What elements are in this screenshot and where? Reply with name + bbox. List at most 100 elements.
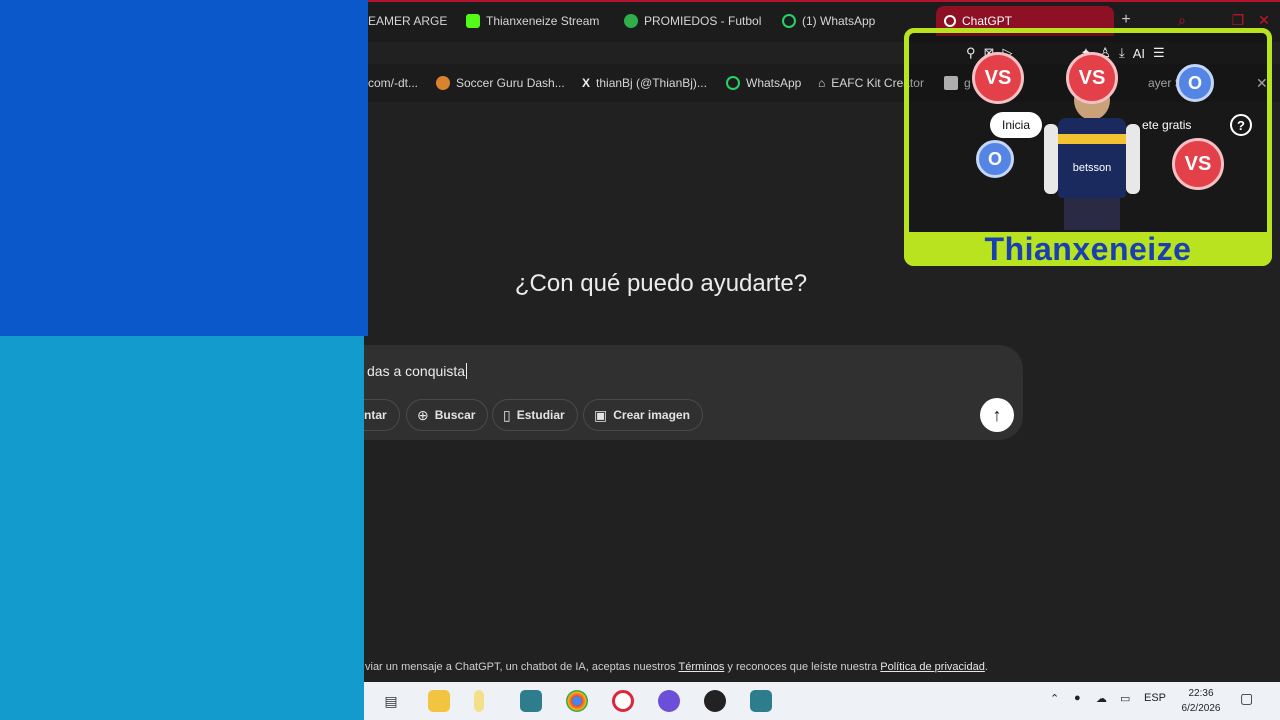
tab-label: (1) WhatsApp	[802, 14, 876, 28]
login-button[interactable]: Inicia	[990, 112, 1043, 138]
download-icon[interactable]: ⤓	[1119, 45, 1125, 61]
shirt-icon: ⌂	[818, 76, 826, 90]
vs-badge: VS	[972, 52, 1024, 104]
tab-label: EAMER ARGEN	[368, 14, 448, 28]
vs-label: VS	[984, 66, 1012, 89]
tool-label: ntar	[364, 408, 387, 422]
avatar-arm	[1044, 124, 1058, 194]
network-icon[interactable]: ▭	[1120, 692, 1130, 705]
whatsapp-icon	[726, 76, 740, 90]
avatar-shorts	[1064, 198, 1120, 230]
soccer-guru-icon	[436, 76, 450, 90]
taskbar: ▤ ⌃ ● ☁ ▭ ESP 22:36 6/2/2026 ▢	[364, 682, 1280, 720]
cloud-icon[interactable]: ☁	[1096, 692, 1107, 705]
privacy-link[interactable]: Política de privacidad	[880, 661, 985, 673]
app-icon[interactable]	[704, 690, 726, 712]
help-icon[interactable]: ?	[1230, 114, 1252, 136]
streamer-name-banner: Thianxeneize	[904, 232, 1272, 266]
signup-label: ete gratis	[1142, 118, 1192, 132]
chrome-icon[interactable]	[566, 690, 588, 712]
legal-suffix: .	[984, 661, 988, 673]
bookmark-item[interactable]: Soccer Guru Dash...	[436, 74, 565, 92]
signup-button[interactable]: ete gratis	[1130, 112, 1203, 138]
o-label: O	[1187, 72, 1202, 93]
legal-notice: viar un mensaje a ChatGPT, un chatbot de…	[365, 661, 988, 673]
app-icon[interactable]	[474, 690, 484, 712]
avatar-arm	[1126, 124, 1140, 194]
study-button[interactable]: ▯ Estudiar	[492, 399, 578, 431]
tool-label: Estudiar	[516, 408, 565, 422]
app-icon[interactable]	[520, 690, 542, 712]
whatsapp-icon	[782, 14, 796, 28]
shirt-stripe	[1058, 134, 1126, 144]
bookmark-label: WhatsApp	[746, 76, 802, 90]
bookmark-label: Soccer Guru Dash...	[456, 76, 565, 90]
tool-label: Buscar	[434, 408, 476, 422]
bookmark-item[interactable]: X thianBj (@ThianBj)...	[582, 74, 707, 92]
shirt-sponsor: betsson	[1072, 162, 1112, 174]
page-title: ¿Con qué puedo ayudarte?	[514, 270, 808, 297]
tab-streamer[interactable]: EAMER ARGEN	[368, 8, 448, 34]
notifications-icon[interactable]: ▢	[1240, 690, 1253, 707]
send-button[interactable]: ↑	[980, 398, 1014, 432]
attach-button[interactable]: ntar	[364, 399, 400, 431]
message-composer[interactable]: das a conquista ntar ⊕ Buscar ▯ Estudiar…	[364, 345, 1023, 440]
arrow-up-icon: ↑	[992, 404, 1002, 425]
new-tab-button[interactable]: +	[1118, 11, 1134, 29]
tab-strip-accent	[368, 0, 1280, 2]
file-explorer-icon[interactable]	[428, 690, 450, 712]
message-input-text: das a conquista	[367, 363, 466, 379]
text-caret	[466, 363, 468, 379]
o-badge: O	[976, 140, 1014, 178]
language-indicator[interactable]: ESP	[1144, 692, 1166, 704]
task-view-icon[interactable]: ▤	[380, 690, 402, 712]
bookmark-item[interactable]: WhatsApp	[726, 74, 801, 92]
clock[interactable]: 22:36 6/2/2026	[1172, 686, 1230, 716]
tab-whatsapp[interactable]: (1) WhatsApp	[782, 8, 902, 34]
maximize-icon[interactable]: ❐	[1228, 11, 1248, 29]
search-button[interactable]: ⊕ Buscar	[406, 399, 489, 431]
legal-middle: y reconoces que leíste nuestra	[724, 661, 881, 673]
soccer-ball-icon	[624, 14, 638, 28]
pin-icon[interactable]: ⚲	[966, 45, 976, 61]
vs-badge: VS	[1172, 138, 1224, 190]
image-icon: ▣	[594, 406, 608, 423]
create-image-button[interactable]: ▣ Crear imagen	[583, 399, 703, 431]
tab-label: Thianxeneize Stream	[486, 14, 600, 28]
o-label: O	[987, 148, 1002, 169]
chevron-up-icon[interactable]: ⌃	[1050, 692, 1059, 705]
tab-label: PROMIEDOS - Futbol	[644, 14, 762, 28]
close-window-icon[interactable]: ✕	[1254, 11, 1274, 29]
ai-button[interactable]: AI	[1133, 46, 1145, 61]
chatgpt-icon	[944, 15, 956, 27]
clock-time: 22:36	[1188, 688, 1214, 699]
terms-link[interactable]: Términos	[678, 661, 724, 673]
tool-label: Crear imagen	[613, 408, 690, 422]
microphone-icon[interactable]: ●	[1074, 692, 1081, 704]
search-icon[interactable]: ⌕	[1172, 11, 1192, 29]
app-icon[interactable]	[750, 690, 772, 712]
message-input[interactable]: das a conquista	[367, 363, 468, 379]
x-icon: X	[582, 76, 591, 90]
opera-icon[interactable]	[612, 690, 634, 712]
tab-kick-stream[interactable]: Thianxeneize Stream	[466, 8, 606, 34]
bookmark-item[interactable]: com/-dt...	[368, 74, 418, 92]
tab-promiedos[interactable]: PROMIEDOS - Futbol	[624, 8, 764, 34]
bookmark-label: com/-dt...	[368, 76, 419, 90]
o-badge: O	[1176, 64, 1214, 102]
avatar-shirt: betsson	[1058, 118, 1126, 198]
blue-cover-top	[0, 0, 368, 336]
vs-badge: VS	[1066, 52, 1118, 104]
vs-label: VS	[1078, 66, 1106, 89]
globe-icon: ⊕	[417, 406, 429, 423]
streamer-overlay: ⚲ ⊠ ▷ ✦ ♙ ⤓ AI ☰ Inicia ete gratis ? bet…	[904, 28, 1272, 266]
discord-icon[interactable]	[658, 690, 680, 712]
bookmark-label: thianBj (@ThianBj)...	[596, 76, 707, 90]
tab-label: ChatGPT	[962, 14, 1013, 28]
kick-icon	[466, 14, 480, 28]
book-icon: ▯	[503, 406, 511, 423]
vs-label: VS	[1184, 152, 1212, 175]
menu-icon[interactable]: ☰	[1153, 45, 1165, 61]
screen: EAMER ARGEN Thianxeneize Stream PROMIEDO…	[0, 0, 1280, 720]
clock-date: 6/2/2026	[1181, 703, 1221, 714]
